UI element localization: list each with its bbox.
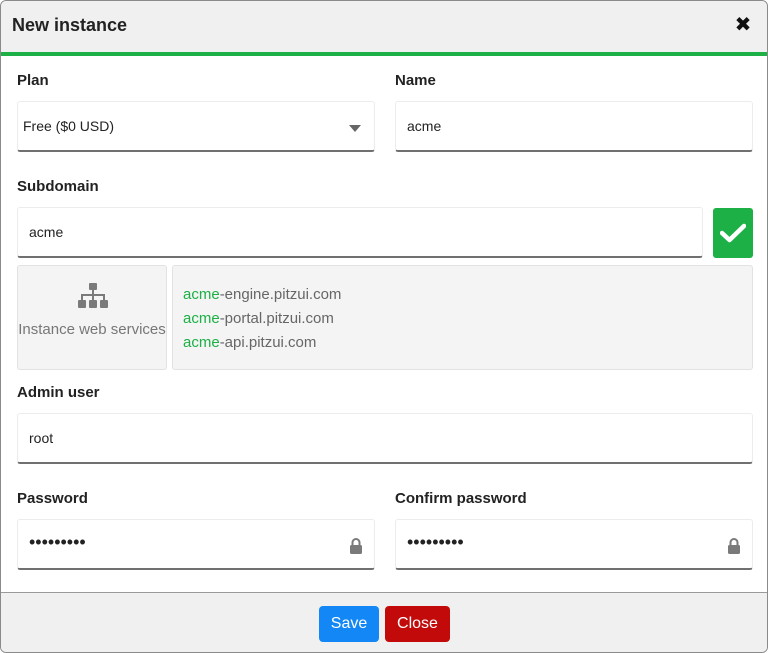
plan-select[interactable]: Free ($0 USD) (17, 101, 375, 152)
service-url-api: acme-api.pitzui.com (183, 334, 316, 351)
confirm-password-label: Confirm password (395, 490, 527, 507)
subdomain-field-value: acme (29, 224, 64, 240)
service-url-engine: acme-engine.pitzui.com (183, 286, 341, 303)
service-urls-list: acme-engine.pitzui.com acme-portal.pitzu… (172, 265, 753, 370)
url-prefix: acme (183, 334, 220, 351)
confirm-password-field[interactable]: ••••••••• (395, 519, 753, 570)
lock-icon (350, 538, 362, 554)
subdomain-valid-badge (713, 208, 753, 258)
name-field-value: acme (407, 118, 442, 134)
new-instance-dialog: New instance ✖ Plan Free ($0 USD) Name a… (0, 0, 768, 653)
instance-web-services-label: Instance web services (18, 321, 166, 338)
close-button[interactable]: Close (385, 606, 450, 642)
name-label: Name (395, 72, 436, 89)
url-prefix: acme (183, 310, 220, 327)
close-icon[interactable]: ✖ (733, 13, 753, 37)
instance-web-services-panel: Instance web services (17, 265, 167, 370)
name-field[interactable]: acme (395, 101, 753, 152)
chevron-down-icon (349, 125, 361, 132)
lock-icon (728, 538, 740, 554)
subdomain-field[interactable]: acme (17, 207, 703, 258)
confirm-password-field-value: ••••••••• (407, 532, 464, 552)
url-prefix: acme (183, 286, 220, 303)
password-label: Password (17, 490, 88, 507)
password-field-value: ••••••••• (29, 532, 86, 552)
service-url-portal: acme-portal.pitzui.com (183, 310, 334, 327)
admin-user-field-value: root (29, 430, 54, 446)
url-suffix: -api.pitzui.com (219, 334, 317, 351)
dialog-title: New instance (12, 15, 128, 35)
sitemap-icon (78, 283, 108, 308)
admin-user-label: Admin user (17, 384, 100, 401)
dialog-footer: Save Close (1, 592, 767, 652)
check-icon (720, 223, 746, 243)
url-suffix: -engine.pitzui.com (219, 286, 342, 303)
url-suffix: -portal.pitzui.com (219, 310, 334, 327)
plan-label: Plan (17, 72, 49, 89)
dialog-header: New instance ✖ (1, 1, 767, 56)
save-button[interactable]: Save (319, 606, 379, 642)
admin-user-field[interactable]: root (17, 413, 753, 464)
password-field[interactable]: ••••••••• (17, 519, 375, 570)
plan-select-value: Free ($0 USD) (23, 118, 115, 134)
subdomain-label: Subdomain (17, 178, 99, 195)
